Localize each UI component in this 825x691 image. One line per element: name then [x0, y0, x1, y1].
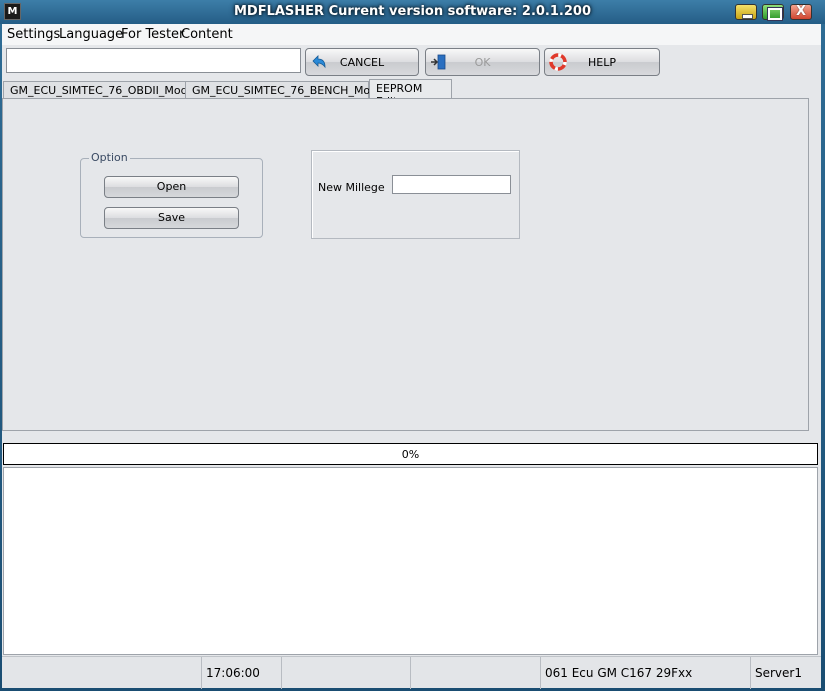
- title-bar[interactable]: M MDFLASHER Current version software: 2.…: [0, 0, 825, 24]
- tab-obdii-mode[interactable]: GM_ECU_SIMTEC_76_OBDII_Mode: [3, 81, 194, 99]
- menu-language[interactable]: Language: [59, 27, 123, 42]
- progress-text: 0%: [401, 448, 420, 461]
- app-window: M MDFLASHER Current version software: 2.…: [0, 0, 825, 691]
- status-time-text: 17:06:00: [206, 666, 260, 680]
- status-server-text: Server1: [755, 666, 802, 680]
- save-button[interactable]: Save: [104, 207, 239, 229]
- menu-settings[interactable]: Settings: [7, 27, 60, 42]
- close-icon: X: [795, 4, 807, 19]
- ok-button[interactable]: OK: [425, 48, 540, 76]
- menu-bar: Settings Language For Tester Content: [2, 24, 821, 45]
- open-button[interactable]: Open: [104, 176, 239, 198]
- status-cell-empty-2: [282, 657, 411, 689]
- tab-bench-mode[interactable]: GM_ECU_SIMTEC_76_BENCH_Mode: [185, 81, 384, 99]
- client-area: Settings Language For Tester Content CAN…: [2, 24, 821, 689]
- cancel-button[interactable]: CANCEL: [305, 48, 419, 76]
- new-mileage-input[interactable]: [392, 175, 511, 194]
- help-button[interactable]: HELP: [544, 48, 660, 76]
- ok-label: OK: [474, 56, 491, 69]
- minimize-icon: [736, 5, 756, 19]
- tab-strip: GM_ECU_SIMTEC_76_OBDII_Mode GM_ECU_SIMTE…: [2, 79, 821, 108]
- option-groupbox: Option Open Save: [80, 151, 263, 238]
- window-title: MDFLASHER Current version software: 2.0.…: [233, 4, 591, 19]
- toolbar-input[interactable]: [6, 48, 301, 73]
- status-ecu: 061 Ecu GM C167 29Fxx: [541, 657, 751, 689]
- eeprom-editor-panel: Option Open Save New Millege: [2, 98, 809, 431]
- status-ecu-text: 061 Ecu GM C167 29Fxx: [545, 666, 693, 680]
- status-bar: 17:06:00 061 Ecu GM C167 29Fxx Server1: [2, 656, 821, 689]
- status-cell-empty-1: [2, 657, 202, 689]
- close-button[interactable]: X: [790, 4, 812, 20]
- menu-content[interactable]: Content: [181, 27, 233, 42]
- progress-bar: 0%: [3, 443, 818, 465]
- maximize-icon: [763, 5, 783, 21]
- tab-eeprom-editor[interactable]: EEPROM Editor: [369, 79, 452, 108]
- minimize-button[interactable]: [735, 4, 757, 20]
- mileage-panel: New Millege: [311, 150, 520, 239]
- status-time: 17:06:00: [202, 657, 282, 689]
- status-server: Server1: [751, 657, 821, 689]
- new-mileage-label: New Millege: [318, 181, 385, 194]
- menu-for-tester[interactable]: For Tester: [121, 27, 184, 42]
- status-cell-empty-3: [411, 657, 541, 689]
- help-label: HELP: [588, 56, 616, 69]
- log-output[interactable]: [3, 467, 818, 655]
- maximize-button[interactable]: [762, 4, 784, 21]
- option-legend: Option: [89, 151, 130, 164]
- cancel-label: CANCEL: [339, 56, 385, 69]
